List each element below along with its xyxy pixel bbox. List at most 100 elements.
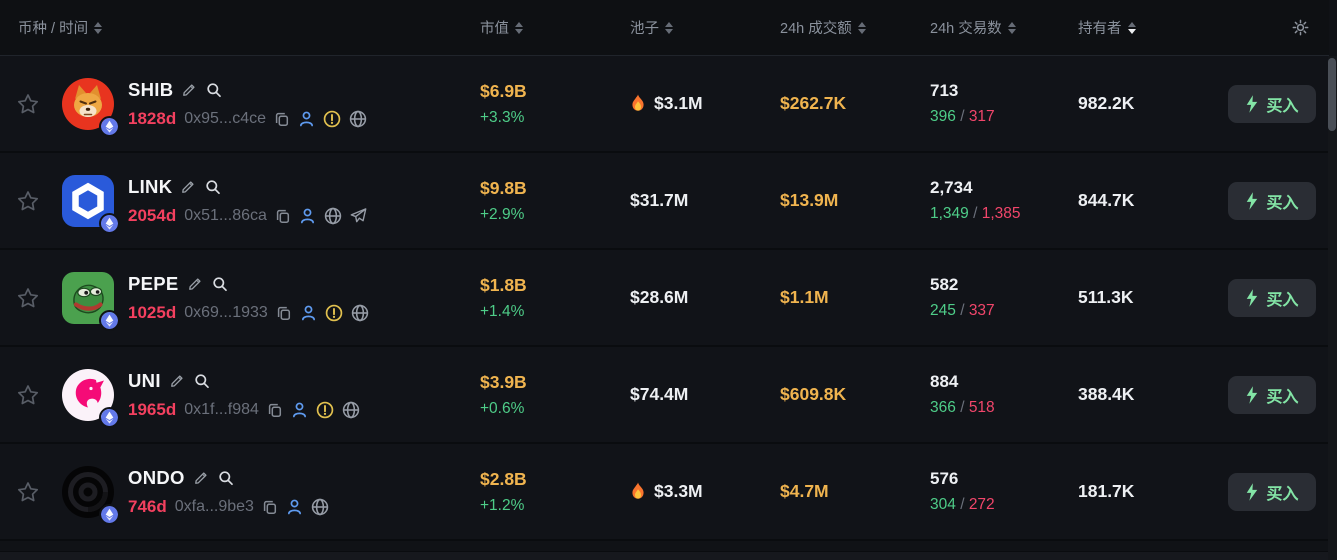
sort-arrows-icon[interactable] [857, 21, 866, 34]
token-symbol[interactable]: PEPE [128, 273, 179, 295]
token-age: 746d [128, 496, 167, 516]
column-header-pool[interactable]: 池子 [630, 17, 780, 38]
search-icon[interactable] [212, 276, 228, 292]
volume-cell: $4.7M [780, 481, 930, 502]
buy-button[interactable]: 买入 [1228, 472, 1316, 511]
table-row[interactable]: PEPE 1025d 0x69...1933 $1.8B +1.4% $28.6… [0, 250, 1329, 347]
table-row[interactable]: LINK 2054d 0x51...86ca $9.8B +2.9% $31.7… [0, 153, 1329, 250]
table-row[interactable]: UNI 1965d 0x1f...f984 $3.9B +0.6% $74.4M… [0, 347, 1329, 444]
table-row[interactable]: ONDO 746d 0xfa...9be3 $2.8B +1.2% $3.3M … [0, 444, 1329, 541]
token-symbol[interactable]: ONDO [128, 467, 185, 489]
token-symbol[interactable]: LINK [128, 176, 172, 198]
edit-icon[interactable] [182, 82, 197, 97]
sort-arrows-icon[interactable] [94, 21, 103, 34]
token-address: 0x51...86ca [184, 206, 267, 224]
favorite-star-icon[interactable] [16, 480, 40, 504]
scrollbar-thumb[interactable] [1328, 58, 1336, 131]
holders-value: 982.2K [1078, 93, 1135, 113]
globe-icon[interactable] [311, 498, 329, 516]
buy-button[interactable]: 买入 [1228, 181, 1316, 220]
market-cap-cell: $9.8B +2.9% [480, 178, 630, 224]
token-avatar[interactable] [62, 271, 120, 331]
column-header-token[interactable]: 币种 / 时间 [0, 17, 480, 38]
eth-chain-badge [99, 212, 120, 234]
sort-arrows-icon[interactable] [1007, 21, 1016, 34]
buy-button[interactable]: 买入 [1228, 375, 1316, 414]
dev-person-icon[interactable] [291, 401, 308, 418]
globe-icon[interactable] [342, 401, 360, 419]
txn-total: 2,734 [930, 178, 973, 197]
txn-sells: 337 [968, 302, 995, 319]
action-cell: 买入 [1228, 472, 1329, 511]
gear-icon[interactable] [1292, 19, 1309, 36]
market-cap-value: $2.8B [480, 468, 527, 489]
table-row[interactable]: SHIB 1828d 0x95...c4ce $6.9B +3.3% $3.1M… [0, 56, 1329, 153]
token-avatar[interactable] [62, 77, 120, 137]
edit-icon[interactable] [170, 373, 185, 388]
column-header-holders[interactable]: 持有者 [1078, 17, 1228, 38]
txn-separator: / [960, 496, 969, 513]
txns-cell: 576 304 / 272 [930, 469, 1078, 514]
buy-button-label: 买入 [1266, 485, 1299, 503]
sort-arrows-icon[interactable] [515, 21, 523, 34]
search-icon[interactable] [218, 470, 234, 486]
alert-icon[interactable] [316, 401, 334, 419]
alert-icon[interactable] [325, 304, 343, 322]
globe-icon[interactable] [351, 304, 369, 322]
txn-buys: 366 [930, 399, 956, 416]
search-icon[interactable] [205, 179, 221, 195]
globe-icon[interactable] [324, 207, 342, 225]
sort-arrows-icon[interactable] [1127, 21, 1136, 34]
copy-icon[interactable] [276, 305, 292, 321]
telegram-icon[interactable] [350, 207, 367, 224]
token-avatar[interactable] [62, 368, 120, 428]
dev-person-icon[interactable] [298, 110, 315, 127]
favorite-cell [0, 189, 56, 213]
alert-icon[interactable] [323, 110, 341, 128]
pool-value: $3.1M [654, 93, 703, 113]
search-icon[interactable] [194, 373, 210, 389]
token-info: PEPE 1025d 0x69...1933 [128, 273, 369, 323]
holders-value: 511.3K [1078, 287, 1134, 307]
scrollbar[interactable] [1328, 56, 1337, 560]
buy-button-label: 买入 [1266, 194, 1299, 212]
token-avatar[interactable] [62, 174, 120, 234]
token-avatar[interactable] [62, 465, 120, 525]
globe-icon[interactable] [349, 110, 367, 128]
column-label-holders: 持有者 [1078, 21, 1122, 37]
column-header-volume[interactable]: 24h 成交额 [780, 17, 930, 38]
buy-button-label: 买入 [1266, 388, 1299, 406]
edit-icon[interactable] [194, 470, 209, 485]
table-body: SHIB 1828d 0x95...c4ce $6.9B +3.3% $3.1M… [0, 56, 1337, 541]
token-symbol[interactable]: UNI [128, 370, 161, 392]
volume-cell: $1.1M [780, 287, 930, 308]
edit-icon[interactable] [181, 179, 196, 194]
buy-button[interactable]: 买入 [1228, 278, 1316, 317]
txn-separator: / [960, 302, 969, 319]
buy-button-label: 买入 [1266, 97, 1299, 115]
favorite-star-icon[interactable] [16, 383, 40, 407]
copy-icon[interactable] [274, 111, 290, 127]
sort-arrows-icon[interactable] [665, 21, 673, 34]
dev-person-icon[interactable] [286, 498, 303, 515]
pool-value: $74.4M [630, 384, 689, 404]
favorite-star-icon[interactable] [16, 189, 40, 213]
column-header-txns[interactable]: 24h 交易数 [930, 17, 1078, 38]
copy-icon[interactable] [275, 208, 291, 224]
market-cap-value: $1.8B [480, 274, 527, 295]
edit-icon[interactable] [188, 276, 203, 291]
favorite-star-icon[interactable] [16, 286, 40, 310]
table-settings [1228, 19, 1329, 36]
copy-icon[interactable] [262, 499, 278, 515]
favorite-star-icon[interactable] [16, 92, 40, 116]
favorite-cell [0, 92, 56, 116]
buy-button[interactable]: 买入 [1228, 84, 1316, 123]
txns-cell: 884 366 / 518 [930, 372, 1078, 417]
dev-person-icon[interactable] [300, 304, 317, 321]
token-info: ONDO 746d 0xfa...9be3 [128, 467, 329, 517]
column-header-mcap[interactable]: 市值 [480, 17, 630, 38]
copy-icon[interactable] [267, 402, 283, 418]
search-icon[interactable] [206, 82, 222, 98]
dev-person-icon[interactable] [299, 207, 316, 224]
token-symbol[interactable]: SHIB [128, 79, 173, 101]
